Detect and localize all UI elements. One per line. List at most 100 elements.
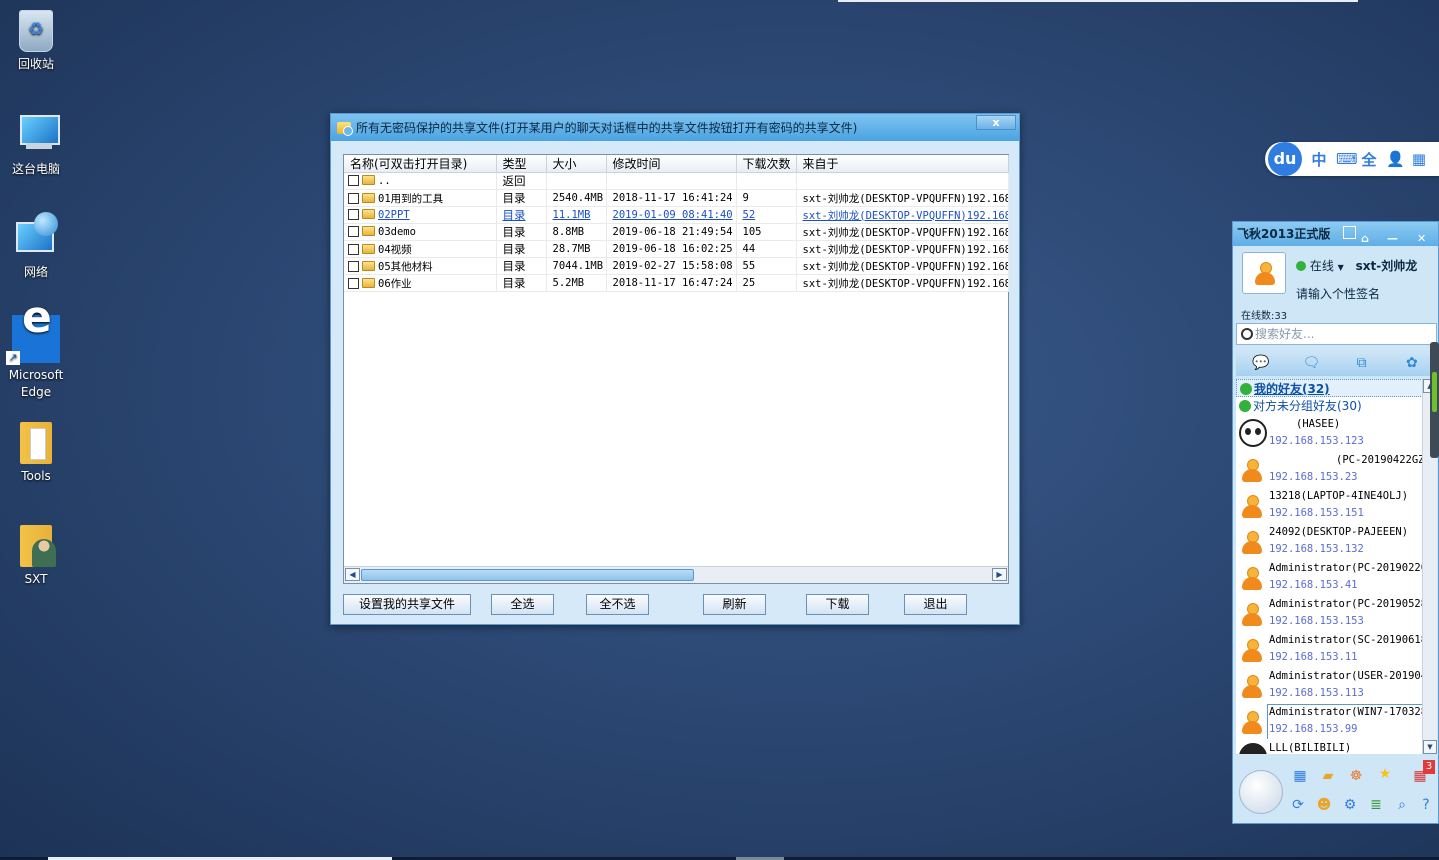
table-row[interactable]: 03demo 目录 8.8MB 2019-06-18 21:49:54 105 … [344,223,1009,241]
friend-item[interactable]: Administrator(USER-2019041 192.168.153.11… [1236,667,1437,703]
my-avatar[interactable] [1242,252,1286,294]
column-header-name[interactable]: 名称(可双击打开目录) [344,155,497,173]
set-my-shares-button[interactable]: 设置我的共享文件 [343,594,471,615]
friend-item[interactable]: (HASEE) 192.168.153.123 [1236,415,1437,451]
star-icon[interactable]: ★ [1376,765,1394,783]
folder-share-icon[interactable]: ▰ [1319,767,1337,785]
row-checkbox[interactable] [348,243,359,255]
feiqiu-titlebar[interactable]: 飞秋2013正式版 ⌂ — ✕ [1233,222,1438,246]
desktop-sxt-folder[interactable]: SXT [2,521,70,588]
ime-menu-grid-icon[interactable]: ▦ [1411,150,1427,168]
ime-account-icon[interactable]: 👤 [1386,150,1405,168]
file-modified: 2018-11-17 16:41:24 [606,189,737,207]
desktop-edge[interactable]: Microsoft Edge [2,309,70,401]
dialog-titlebar[interactable]: 所有无密码保护的共享文件(打开某用户的聊天对话框中的共享文件按钮打开有密码的共享… [331,114,1019,141]
select-all-button[interactable]: 全选 [491,594,554,615]
refresh-button[interactable]: 刷新 [703,594,766,615]
file-from: sxt-刘帅龙(DESKTOP-VPQUFFN)192.168. [796,223,1009,241]
table-row-hovered[interactable]: 02PPT 目录 11.1MB 2019-01-09 08:41:40 52 s… [344,206,1009,224]
help-icon[interactable]: ? [1417,796,1435,814]
table-row[interactable]: .. 返回 [344,172,1009,190]
search-icon[interactable]: ⌕ [1393,796,1411,814]
scrollbar-thumb[interactable] [361,569,694,581]
scroll-down-arrow-icon[interactable]: ▼ [1423,740,1437,754]
person-icon [1253,260,1277,288]
column-header-size[interactable]: 大小 [546,155,607,173]
gear-icon[interactable]: ⚙ [1341,796,1359,814]
friend-item[interactable]: 24092(DESKTOP-PAJEEEN) 192.168.153.132 [1236,523,1437,559]
horizontal-scrollbar[interactable]: ◀ ▶ [344,566,1008,583]
desktop-network[interactable]: 网络 [2,212,70,281]
side-dock-handle[interactable] [1430,342,1439,458]
top-edge-window [838,0,1358,2]
scroll-left-arrow-icon[interactable]: ◀ [345,568,360,581]
file-name: 04视频 [378,243,412,256]
scroll-right-arrow-icon[interactable]: ▶ [992,568,1007,581]
desktop-this-pc[interactable]: 这台电脑 [2,109,70,178]
signature-field[interactable]: 请输入个性签名 [1296,285,1380,302]
friend-search-input[interactable]: 搜索好友... [1236,323,1437,345]
column-header-modified[interactable]: 修改时间 [606,155,737,173]
column-header-from[interactable]: 来自于 [796,155,1009,173]
friend-name: Administrator(PC-20190528 [1269,598,1428,610]
friend-ip: 192.168.153.11 [1269,651,1358,663]
column-header-downloads[interactable]: 下载次数 [736,155,797,173]
select-none-button[interactable]: 全不选 [586,594,649,615]
row-checkbox[interactable] [348,192,359,204]
friend-item[interactable]: (PC-20190422GZW 192.168.153.23 [1236,451,1437,487]
notes-icon[interactable]: ≣ [1367,796,1385,814]
file-type: 目录 [496,240,547,258]
desktop-icon-label: Microsoft Edge [8,368,64,399]
group-my-friends[interactable]: 我的好友(32) [1236,379,1437,397]
online-status-icon [1296,261,1306,271]
folder-icon [362,260,375,271]
row-checkbox[interactable] [348,277,359,289]
file-size: 8.8MB [546,223,607,241]
skin-icon[interactable] [1343,226,1356,239]
friend-item[interactable]: Administrator(PC-20190528 192.168.153.153 [1236,595,1437,631]
file-name: .. [378,175,391,187]
desktop-icon-label: 网络 [23,265,48,279]
exit-button[interactable]: 退出 [904,594,967,615]
feiqiu-logo-icon[interactable] [1239,770,1283,814]
ime-keyboard-icon[interactable]: ⌨ [1336,150,1358,168]
friend-name: Administrator(WIN7-170328 [1269,706,1428,718]
row-checkbox[interactable] [348,226,359,237]
users-icon[interactable]: ☻ [1315,796,1333,814]
row-checkbox[interactable] [348,209,359,220]
friend-item[interactable]: Administrator(SC-201906181 192.168.153.11 [1236,631,1437,667]
table-row[interactable]: 01用到的工具 目录 2540.4MB 2018-11-17 16:41:24 … [344,189,1009,207]
dialog-close-button[interactable]: x [976,115,1016,130]
group-ungrouped[interactable]: 对方未分组好友(30) [1236,397,1437,415]
desktop-recycle-bin[interactable]: 回收站 [2,6,70,73]
calendar-icon[interactable]: ▦ [1291,767,1309,785]
table-row[interactable]: 05其他材料 目录 7044.1MB 2019-02-27 15:58:08 5… [344,257,1009,275]
friend-item[interactable]: LLL(BILIBILI) [1236,739,1437,754]
file-modified: 2018-11-17 16:47:24 [606,274,737,292]
friend-name: Administrator(USER-2019041 [1269,670,1434,682]
file-type: 目录 [496,257,547,275]
ime-chinese-mode[interactable]: 中 [1311,149,1327,170]
friend-ip: 192.168.153.153 [1269,615,1364,627]
friend-item[interactable]: 13218(LAPTOP-4INE4OLJ) 192.168.153.151 [1236,487,1437,523]
tab-group-chat-icon[interactable]: 🗨 [1286,350,1336,376]
row-checkbox[interactable] [348,260,359,272]
ime-fullwidth-toggle[interactable]: 全 [1361,149,1377,170]
friend-item[interactable]: Administrator(PC-20190220V 192.168.153.41 [1236,559,1437,595]
status-selector[interactable]: 在线 ▼ sxt-刘帅龙 [1296,257,1417,274]
table-row[interactable]: 06作业 目录 5.2MB 2018-11-17 16:47:24 25 sxt… [344,274,1009,292]
tab-departments-icon[interactable]: ⧉ [1337,350,1387,376]
desktop-tools-folder[interactable]: Tools [2,418,70,485]
column-header-type[interactable]: 类型 [496,155,547,173]
sync-icon[interactable]: ⟳ [1289,796,1307,814]
baidu-logo-icon[interactable]: du [1268,142,1302,176]
download-button[interactable]: 下载 [806,594,869,615]
file-modified: 2019-01-09 08:41:40 [606,206,737,224]
tab-chat-icon[interactable]: 💬 [1236,350,1286,376]
friend-item-focused[interactable]: Administrator(WIN7-170328 192.168.153.99 [1236,703,1437,739]
person-icon [1240,565,1264,593]
friend-name: (HASEE) [1296,418,1341,430]
row-checkbox[interactable] [348,175,359,186]
group-icon[interactable]: ☸ [1347,767,1365,785]
table-row[interactable]: 04视频 目录 28.7MB 2019-06-18 16:02:25 44 sx… [344,240,1009,258]
